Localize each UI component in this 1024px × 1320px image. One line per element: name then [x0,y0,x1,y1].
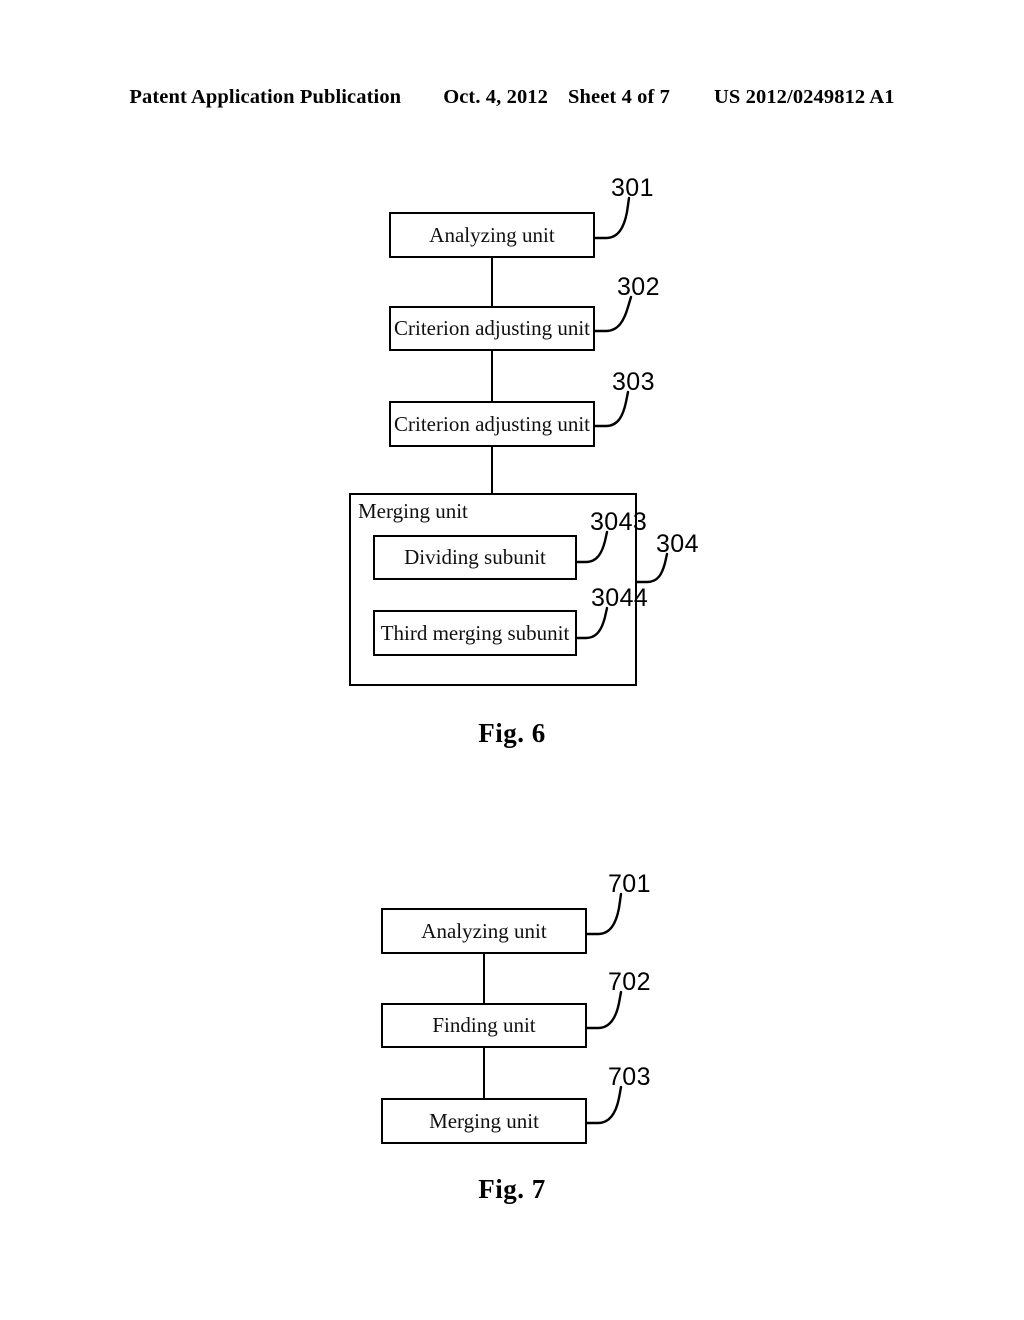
box-dividing-subunit-3043: Dividing subunit [373,535,577,580]
box-label: Criterion adjusting unit [394,411,590,436]
box-label: Dividing subunit [404,545,546,569]
leader-line-302 [593,295,633,333]
box-label: Third merging subunit [380,620,570,645]
leader-line-3043 [575,530,609,564]
header-date-label: Oct. 4, 2012 [443,86,549,108]
header-publication-number: US 2012/0249812 A1 [714,86,895,108]
box-label: Merging unit [429,1108,539,1133]
leader-line-701 [585,892,623,936]
leader-line-703 [585,1085,623,1125]
leader-line-304 [635,552,669,584]
group-label-merging-unit: Merging unit [358,499,468,523]
connector-701-702 [483,953,486,1005]
patent-drawing-page: Patent Application Publication Oct. 4, 2… [0,0,1024,1320]
figure-7-caption: Fig. 7 [478,1174,546,1204]
leader-line-3044 [575,606,609,640]
leader-line-303 [593,390,630,428]
connector-302-303 [491,349,494,404]
box-analyzing-unit-301: Analyzing unit [389,212,595,258]
figure-6-caption: Fig. 6 [478,718,546,748]
box-label: Criterion adjusting unit [394,316,590,340]
box-criterion-adjusting-unit-302: Criterion adjusting unit [389,306,595,351]
leader-line-702 [585,990,623,1030]
page-header: Patent Application Publication Oct. 4, 2… [0,86,1024,109]
box-merging-unit-703: Merging unit [381,1098,587,1144]
connector-702-703 [483,1046,486,1100]
leader-line-301 [593,196,631,240]
box-analyzing-unit-701: Analyzing unit [381,908,587,954]
header-sheet-label: Sheet 4 of 7 [568,86,670,108]
header-publication-label: Patent Application Publication [129,86,402,108]
box-finding-unit-702: Finding unit [381,1003,587,1048]
box-label: Analyzing unit [429,222,555,247]
box-label: Finding unit [432,1013,536,1037]
connector-303-304 [491,445,494,495]
box-third-merging-subunit-3044: Third merging subunit [373,610,577,656]
box-criterion-adjusting-unit-303: Criterion adjusting unit [389,401,595,447]
box-label: Analyzing unit [421,918,547,943]
connector-301-302 [491,256,494,310]
